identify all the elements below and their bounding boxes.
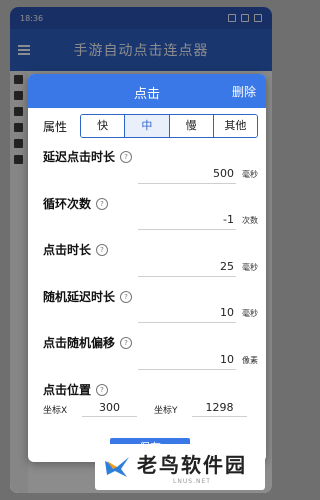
random-delay-input[interactable]: 10 <box>138 304 236 323</box>
click-settings-dialog: 点击 删除 属性 快 中 慢 其他 延迟点击时长 ? 500 毫秒 循环次数 ?… <box>28 74 266 462</box>
help-icon[interactable]: ? <box>120 336 133 349</box>
attribute-option-other[interactable]: 其他 <box>213 115 257 137</box>
loop-count-label-text: 循环次数 <box>43 197 92 211</box>
loop-count-unit: 次数 <box>242 216 258 225</box>
watermark-subtitle: LNUS.NET <box>173 478 211 485</box>
help-icon[interactable]: ? <box>120 150 133 163</box>
phone-screen: 18:36 手游自动点击连点器 点击 删除 属性 快 中 慢 其他 延迟点击时长… <box>10 7 272 493</box>
click-duration-input[interactable]: 25 <box>138 258 236 277</box>
click-duration-label: 点击时长 ? <box>43 241 109 258</box>
help-icon[interactable]: ? <box>96 383 109 396</box>
attribute-option-fast[interactable]: 快 <box>81 115 126 137</box>
random-offset-unit: 像素 <box>242 356 258 365</box>
loop-count-input[interactable]: -1 <box>138 211 236 230</box>
random-delay-label-text: 随机延迟时长 <box>43 290 116 304</box>
help-icon[interactable]: ? <box>120 290 133 303</box>
coord-x-input[interactable]: 300 <box>82 400 137 417</box>
delay-click-input[interactable]: 500 <box>138 165 236 184</box>
delay-click-label-text: 延迟点击时长 <box>43 150 116 164</box>
dialog-header: 点击 删除 <box>28 74 266 108</box>
coord-y-label: 坐标Y <box>154 406 178 416</box>
random-delay-unit: 毫秒 <box>242 309 258 318</box>
delay-click-unit: 毫秒 <box>242 170 258 179</box>
coord-x-label: 坐标X <box>43 406 68 416</box>
click-duration-unit: 毫秒 <box>242 263 258 272</box>
click-position-label: 点击位置 ? <box>43 381 109 398</box>
random-delay-label: 随机延迟时长 ? <box>43 288 133 305</box>
random-offset-label: 点击随机偏移 ? <box>43 334 133 351</box>
attribute-label: 属性 <box>43 120 68 134</box>
click-position-label-text: 点击位置 <box>43 383 92 397</box>
random-offset-input[interactable]: 10 <box>138 351 236 370</box>
delay-click-label: 延迟点击时长 ? <box>43 148 133 165</box>
help-icon[interactable]: ? <box>96 243 109 256</box>
watermark: 老鸟软件园 LNUS.NET <box>95 444 265 490</box>
attribute-option-medium[interactable]: 中 <box>125 115 170 137</box>
attribute-segmented-control: 快 中 慢 其他 <box>80 114 258 138</box>
watermark-title: 老鸟软件园 <box>137 453 247 477</box>
dialog-title: 点击 <box>133 87 160 102</box>
delete-button[interactable]: 删除 <box>232 83 256 100</box>
click-duration-label-text: 点击时长 <box>43 243 92 257</box>
random-offset-label-text: 点击随机偏移 <box>43 336 116 350</box>
coord-y-input[interactable]: 1298 <box>192 400 247 417</box>
attribute-option-slow[interactable]: 慢 <box>169 115 214 137</box>
help-icon[interactable]: ? <box>96 197 109 210</box>
loop-count-label: 循环次数 ? <box>43 195 109 212</box>
bird-logo-icon <box>105 457 129 477</box>
